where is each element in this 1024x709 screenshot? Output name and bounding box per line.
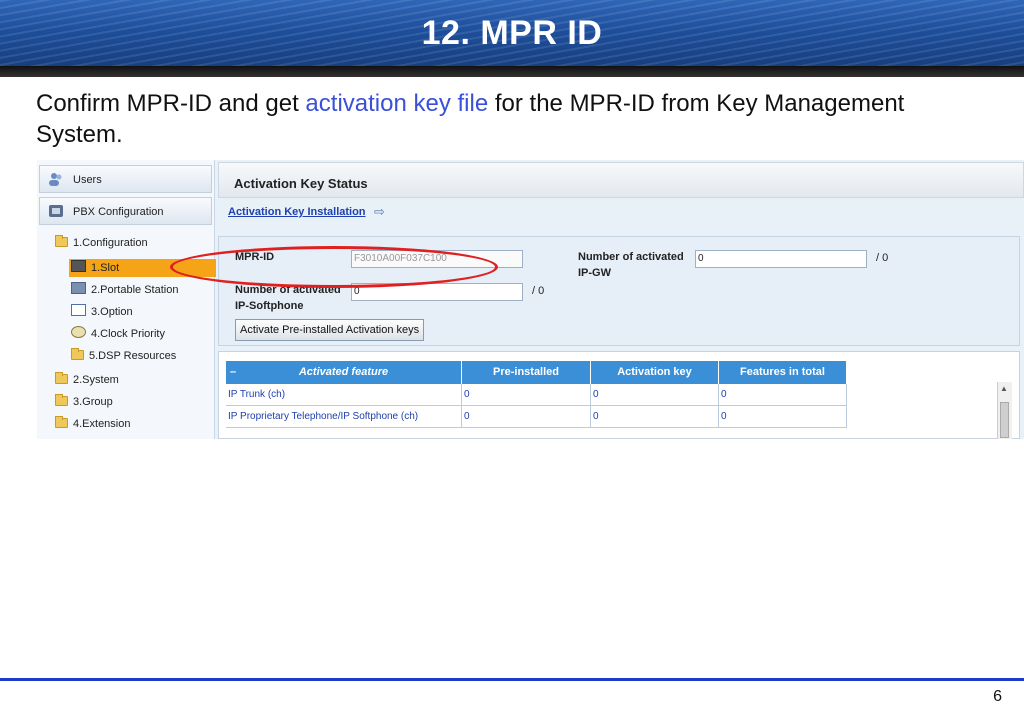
- footer-divider: [0, 678, 1024, 681]
- folder-icon: [55, 394, 68, 406]
- table-header-activation-key: Activation key: [591, 361, 719, 384]
- table-cell-preinstalled: 0: [462, 406, 591, 428]
- tree-item-label: 3.Group: [73, 396, 113, 408]
- option-icon: [71, 304, 86, 316]
- nav-pbx-configuration[interactable]: PBX Configuration: [39, 197, 212, 225]
- tree-item-portable-station[interactable]: 2.Portable Station: [71, 281, 178, 299]
- tree-item-clock-priority[interactable]: 4.Clock Priority: [71, 325, 165, 343]
- slide-header: 12. MPR ID: [0, 0, 1024, 66]
- header-divider: [0, 66, 1024, 77]
- folder-icon: [55, 416, 68, 428]
- tree-item-label: 1.Slot: [91, 262, 120, 274]
- nav-users-label: Users: [73, 174, 102, 186]
- tree-item-label: 2.Portable Station: [91, 284, 179, 296]
- left-navigation: Users PBX Configuration 1.Configuration …: [37, 160, 216, 439]
- status-header: Activation Key Status: [218, 162, 1024, 198]
- tree-item-label: 2.System: [73, 374, 119, 386]
- folder-icon: [55, 372, 68, 384]
- table-cell-activation-key: 0: [591, 406, 719, 428]
- table-cell-feature: IP Proprietary Telephone/IP Softphone (c…: [226, 406, 462, 428]
- tree-item-extension[interactable]: 4.Extension: [55, 415, 130, 433]
- pbx-configuration-icon: [49, 205, 63, 217]
- table-cell-preinstalled: 0: [462, 384, 591, 406]
- tree-item-option[interactable]: 3.Option: [71, 303, 133, 321]
- table-header-features-total: Features in total: [719, 361, 847, 384]
- tree-item-label: 3.Option: [91, 306, 133, 318]
- folder-icon: [71, 348, 84, 360]
- collapse-icon: –: [230, 366, 237, 378]
- folder-icon: [55, 235, 68, 247]
- scrollbar-thumb[interactable]: [1000, 402, 1009, 438]
- tree-item-label: 4.Clock Priority: [91, 328, 165, 340]
- slide-title: 12. MPR ID: [421, 14, 603, 52]
- tree-item-label: 1.Configuration: [73, 237, 148, 249]
- tree-item-group[interactable]: 3.Group: [55, 393, 113, 411]
- ipgw-total: / 0: [876, 252, 889, 264]
- nav-users[interactable]: Users: [39, 165, 212, 193]
- scroll-up-icon[interactable]: ▲: [1000, 384, 1008, 393]
- tree-item-system[interactable]: 2.System: [55, 371, 119, 389]
- users-icon: [49, 173, 62, 186]
- activation-key-installation-link[interactable]: Activation Key Installation: [228, 206, 366, 218]
- nav-pbx-configuration-label: PBX Configuration: [73, 206, 164, 218]
- main-content: Activation Key Status Activation Key Ins…: [218, 160, 1024, 439]
- intro-highlight: activation key file: [305, 90, 489, 117]
- section-title: Activation Key Status: [234, 176, 368, 191]
- clock-priority-icon: [71, 326, 86, 338]
- slot-icon: [71, 260, 86, 272]
- ipgw-count-field[interactable]: 0: [695, 250, 867, 268]
- arrow-right-icon: ⇨: [374, 204, 385, 219]
- page-number: 6: [993, 688, 1002, 705]
- table-cell-activation-key: 0: [591, 384, 719, 406]
- intro-before: Confirm MPR-ID and get: [36, 90, 306, 117]
- ipsoft-total: / 0: [532, 285, 545, 297]
- ipgw-label-line1: Number of activated: [578, 251, 684, 263]
- table-scrollbar[interactable]: ▲: [997, 382, 1012, 439]
- tree-item-label: 5.DSP Resources: [89, 350, 177, 362]
- header-label: Activated feature: [298, 366, 389, 378]
- table-cell-total: 0: [719, 406, 847, 428]
- ipsoft-label-line2: IP-Softphone: [235, 300, 304, 312]
- tree-item-dsp-resources[interactable]: 5.DSP Resources: [71, 347, 176, 365]
- table-header-preinstalled: Pre-installed: [462, 361, 591, 384]
- tree-item-configuration[interactable]: 1.Configuration: [55, 234, 148, 252]
- feature-table-panel: – Activated feature Pre-installed Activat…: [218, 351, 1020, 439]
- table-cell-total: 0: [719, 384, 847, 406]
- ipgw-label-line2: IP-GW: [578, 267, 611, 279]
- table-cell-feature: IP Trunk (ch): [226, 384, 462, 406]
- pbx-screenshot: Users PBX Configuration 1.Configuration …: [37, 160, 1024, 439]
- mpr-id-highlight-ellipse: [170, 246, 498, 288]
- tree-item-label: 4.Extension: [73, 418, 131, 430]
- table-header-activated-feature: – Activated feature: [226, 361, 462, 384]
- intro-text: Confirm MPR-ID and get activation key fi…: [36, 88, 916, 150]
- portable-station-icon: [71, 282, 86, 294]
- activate-preinstalled-button[interactable]: Activate Pre-installed Activation keys: [235, 319, 425, 341]
